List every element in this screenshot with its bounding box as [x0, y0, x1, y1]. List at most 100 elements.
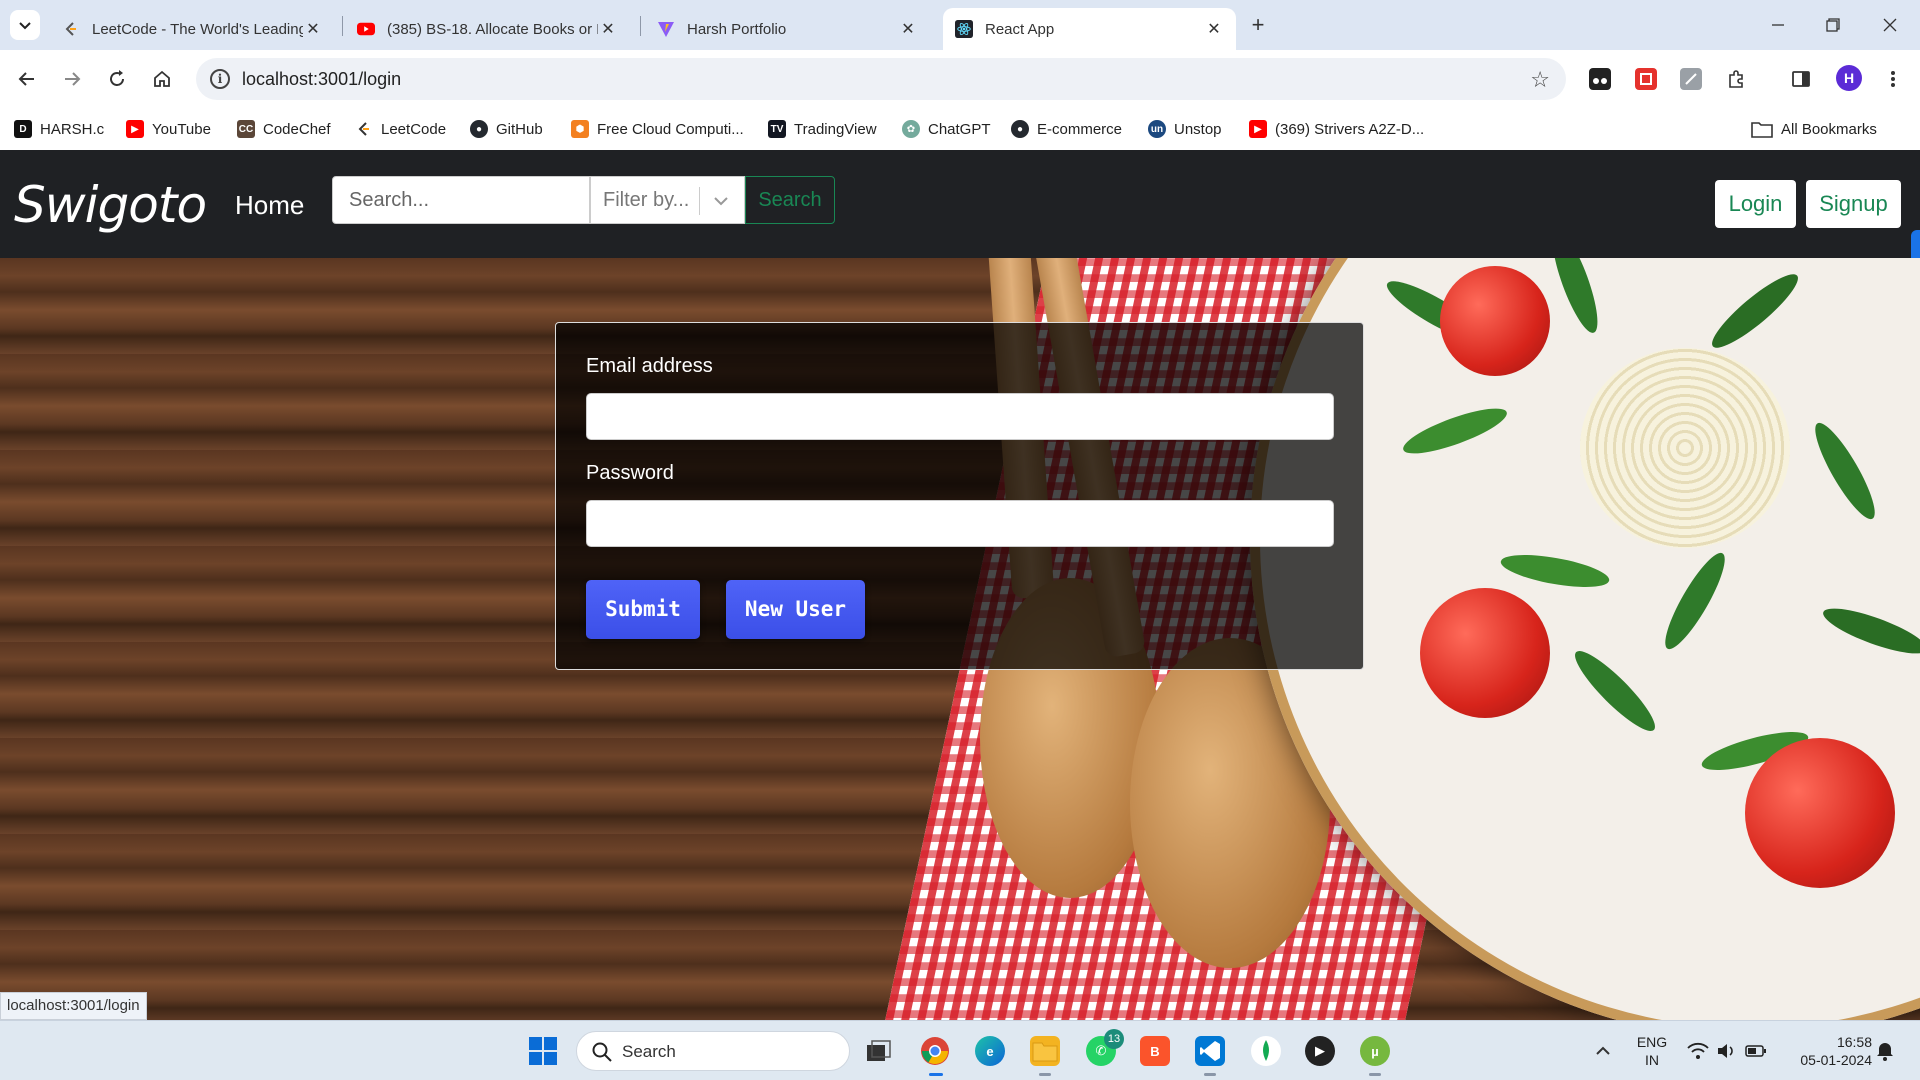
profile-avatar[interactable]: H: [1836, 65, 1862, 91]
windows-logo-icon: [529, 1037, 557, 1065]
vscode-icon[interactable]: [1195, 1036, 1225, 1066]
bookmark-github[interactable]: ● GitHub: [470, 118, 543, 140]
tab-title: Harsh Portfolio: [687, 20, 787, 38]
bookmark-codechef[interactable]: CC CodeChef: [237, 118, 331, 140]
bookmark-unstop[interactable]: un Unstop: [1148, 118, 1222, 140]
new-user-button[interactable]: New User: [726, 580, 865, 639]
close-icon[interactable]: ✕: [1204, 19, 1224, 39]
all-bookmarks-button[interactable]: All Bookmarks: [1751, 118, 1877, 140]
tab-separator: [640, 16, 641, 36]
new-tab-button[interactable]: +: [1244, 12, 1272, 40]
minimize-button[interactable]: [1758, 10, 1798, 40]
home-button[interactable]: [147, 64, 177, 94]
minimize-icon: [1772, 24, 1784, 26]
forward-button[interactable]: [57, 64, 87, 94]
signup-button[interactable]: Signup: [1806, 180, 1901, 228]
bookmark-label: CodeChef: [263, 120, 331, 138]
brand-logo[interactable]: Swigoto: [14, 176, 207, 234]
utorrent-icon[interactable]: µ: [1360, 1036, 1390, 1066]
youtube-icon: ▶: [126, 120, 144, 138]
open-app-indicator: [1369, 1073, 1381, 1076]
bookmark-label: TradingView: [794, 120, 877, 138]
extension-gray-icon[interactable]: [1680, 68, 1702, 90]
login-form: Email address Password Submit New User: [555, 322, 1364, 670]
back-arrow-icon: [18, 72, 34, 86]
password-label: Password: [586, 462, 674, 484]
site-info-icon[interactable]: i: [210, 69, 230, 89]
mongodb-icon[interactable]: [1251, 1036, 1281, 1066]
chrome-icon[interactable]: [920, 1036, 950, 1066]
notifications-bell-icon[interactable]: [1870, 1036, 1900, 1066]
language-indicator[interactable]: ENG IN: [1633, 1033, 1671, 1069]
close-icon[interactable]: ✕: [898, 19, 918, 39]
file-explorer-icon[interactable]: [1030, 1036, 1060, 1066]
filter-select[interactable]: Filter by...: [590, 176, 745, 224]
cloud-icon: ⬢: [571, 120, 589, 138]
bookmark-chatgpt[interactable]: ✿ ChatGPT: [902, 118, 991, 140]
password-field[interactable]: [586, 500, 1334, 547]
reload-button[interactable]: [102, 64, 132, 94]
tab-portfolio[interactable]: Harsh Portfolio ✕: [645, 8, 930, 50]
clock[interactable]: 16:58 05-01-2024: [1778, 1033, 1872, 1069]
battery-icon[interactable]: [1741, 1036, 1771, 1066]
tomato: [1420, 588, 1550, 718]
back-button[interactable]: [12, 64, 42, 94]
media-player-icon[interactable]: ▶: [1305, 1036, 1335, 1066]
search-button[interactable]: Search: [745, 176, 835, 224]
mozzarella: [1580, 348, 1790, 548]
email-label: Email address: [586, 355, 713, 377]
submit-button[interactable]: Submit: [586, 580, 700, 639]
close-icon[interactable]: ✕: [598, 19, 618, 39]
volume-icon[interactable]: [1712, 1036, 1742, 1066]
folder-icon: [1751, 122, 1773, 138]
brave-icon[interactable]: B: [1140, 1036, 1170, 1066]
close-icon: [1883, 18, 1897, 32]
tomato: [1440, 266, 1550, 376]
restore-icon: [1826, 18, 1840, 32]
tab-leetcode[interactable]: LeetCode - The World's Leading ✕: [50, 8, 335, 50]
unstop-icon: un: [1148, 120, 1166, 138]
leetcode-icon: [62, 20, 80, 38]
task-view-icon[interactable]: [864, 1036, 894, 1066]
taskbar-search[interactable]: Search: [576, 1031, 850, 1071]
email-field[interactable]: [586, 393, 1334, 440]
bookmark-cloud[interactable]: ⬢ Free Cloud Computi...: [571, 118, 744, 140]
bookmark-label: GitHub: [496, 120, 543, 138]
more-menu-icon[interactable]: [1882, 68, 1904, 90]
taskbar-search-label: Search: [622, 1042, 676, 1061]
edge-icon[interactable]: e: [975, 1036, 1005, 1066]
bookmark-ecommerce[interactable]: ● E-commerce: [1011, 118, 1122, 140]
react-icon: [955, 20, 973, 38]
bookmark-label: E-commerce: [1037, 120, 1123, 138]
address-bar[interactable]: i localhost:3001/login ☆: [196, 58, 1566, 100]
hero-background: Email address Password Submit New User: [0, 258, 1920, 1020]
bookmark-leetcode[interactable]: LeetCode: [355, 118, 446, 140]
close-icon[interactable]: ✕: [303, 19, 323, 39]
bookmark-strivers[interactable]: ▶ (369) Strivers A2Z-D...: [1249, 118, 1424, 140]
extension-red-icon[interactable]: [1635, 68, 1657, 90]
search-input[interactable]: Search...: [332, 176, 590, 224]
restore-button[interactable]: [1813, 10, 1853, 40]
close-window-button[interactable]: [1870, 10, 1910, 40]
bookmark-star-icon[interactable]: ☆: [1530, 67, 1550, 93]
bookmark-harsh[interactable]: D HARSH.c: [14, 118, 104, 140]
side-panel-icon[interactable]: [1790, 68, 1812, 90]
bookmark-label: (369) Strivers A2Z-D...: [1275, 120, 1425, 138]
open-app-indicator: [1039, 1073, 1051, 1076]
active-app-indicator: [929, 1073, 943, 1076]
show-hidden-icons-chevron-up-icon[interactable]: [1588, 1036, 1618, 1066]
youtube-icon: ▶: [1249, 120, 1267, 138]
tab-youtube[interactable]: (385) BS-18. Allocate Books or B ✕: [345, 8, 630, 50]
nav-home-link[interactable]: Home: [235, 190, 304, 221]
tab-react-app[interactable]: React App ✕: [943, 8, 1236, 50]
bookmark-youtube[interactable]: ▶ YouTube: [126, 118, 211, 140]
tomato: [1745, 738, 1895, 888]
tab-search-button[interactable]: [10, 10, 40, 40]
extension-reader-icon[interactable]: [1589, 68, 1611, 90]
status-bar-url: localhost:3001/login: [0, 992, 147, 1020]
wifi-icon[interactable]: [1683, 1036, 1713, 1066]
login-button[interactable]: Login: [1715, 180, 1796, 228]
bookmark-tradingview[interactable]: TV TradingView: [768, 118, 877, 140]
start-button[interactable]: [528, 1036, 558, 1066]
extensions-puzzle-icon[interactable]: [1725, 68, 1747, 90]
